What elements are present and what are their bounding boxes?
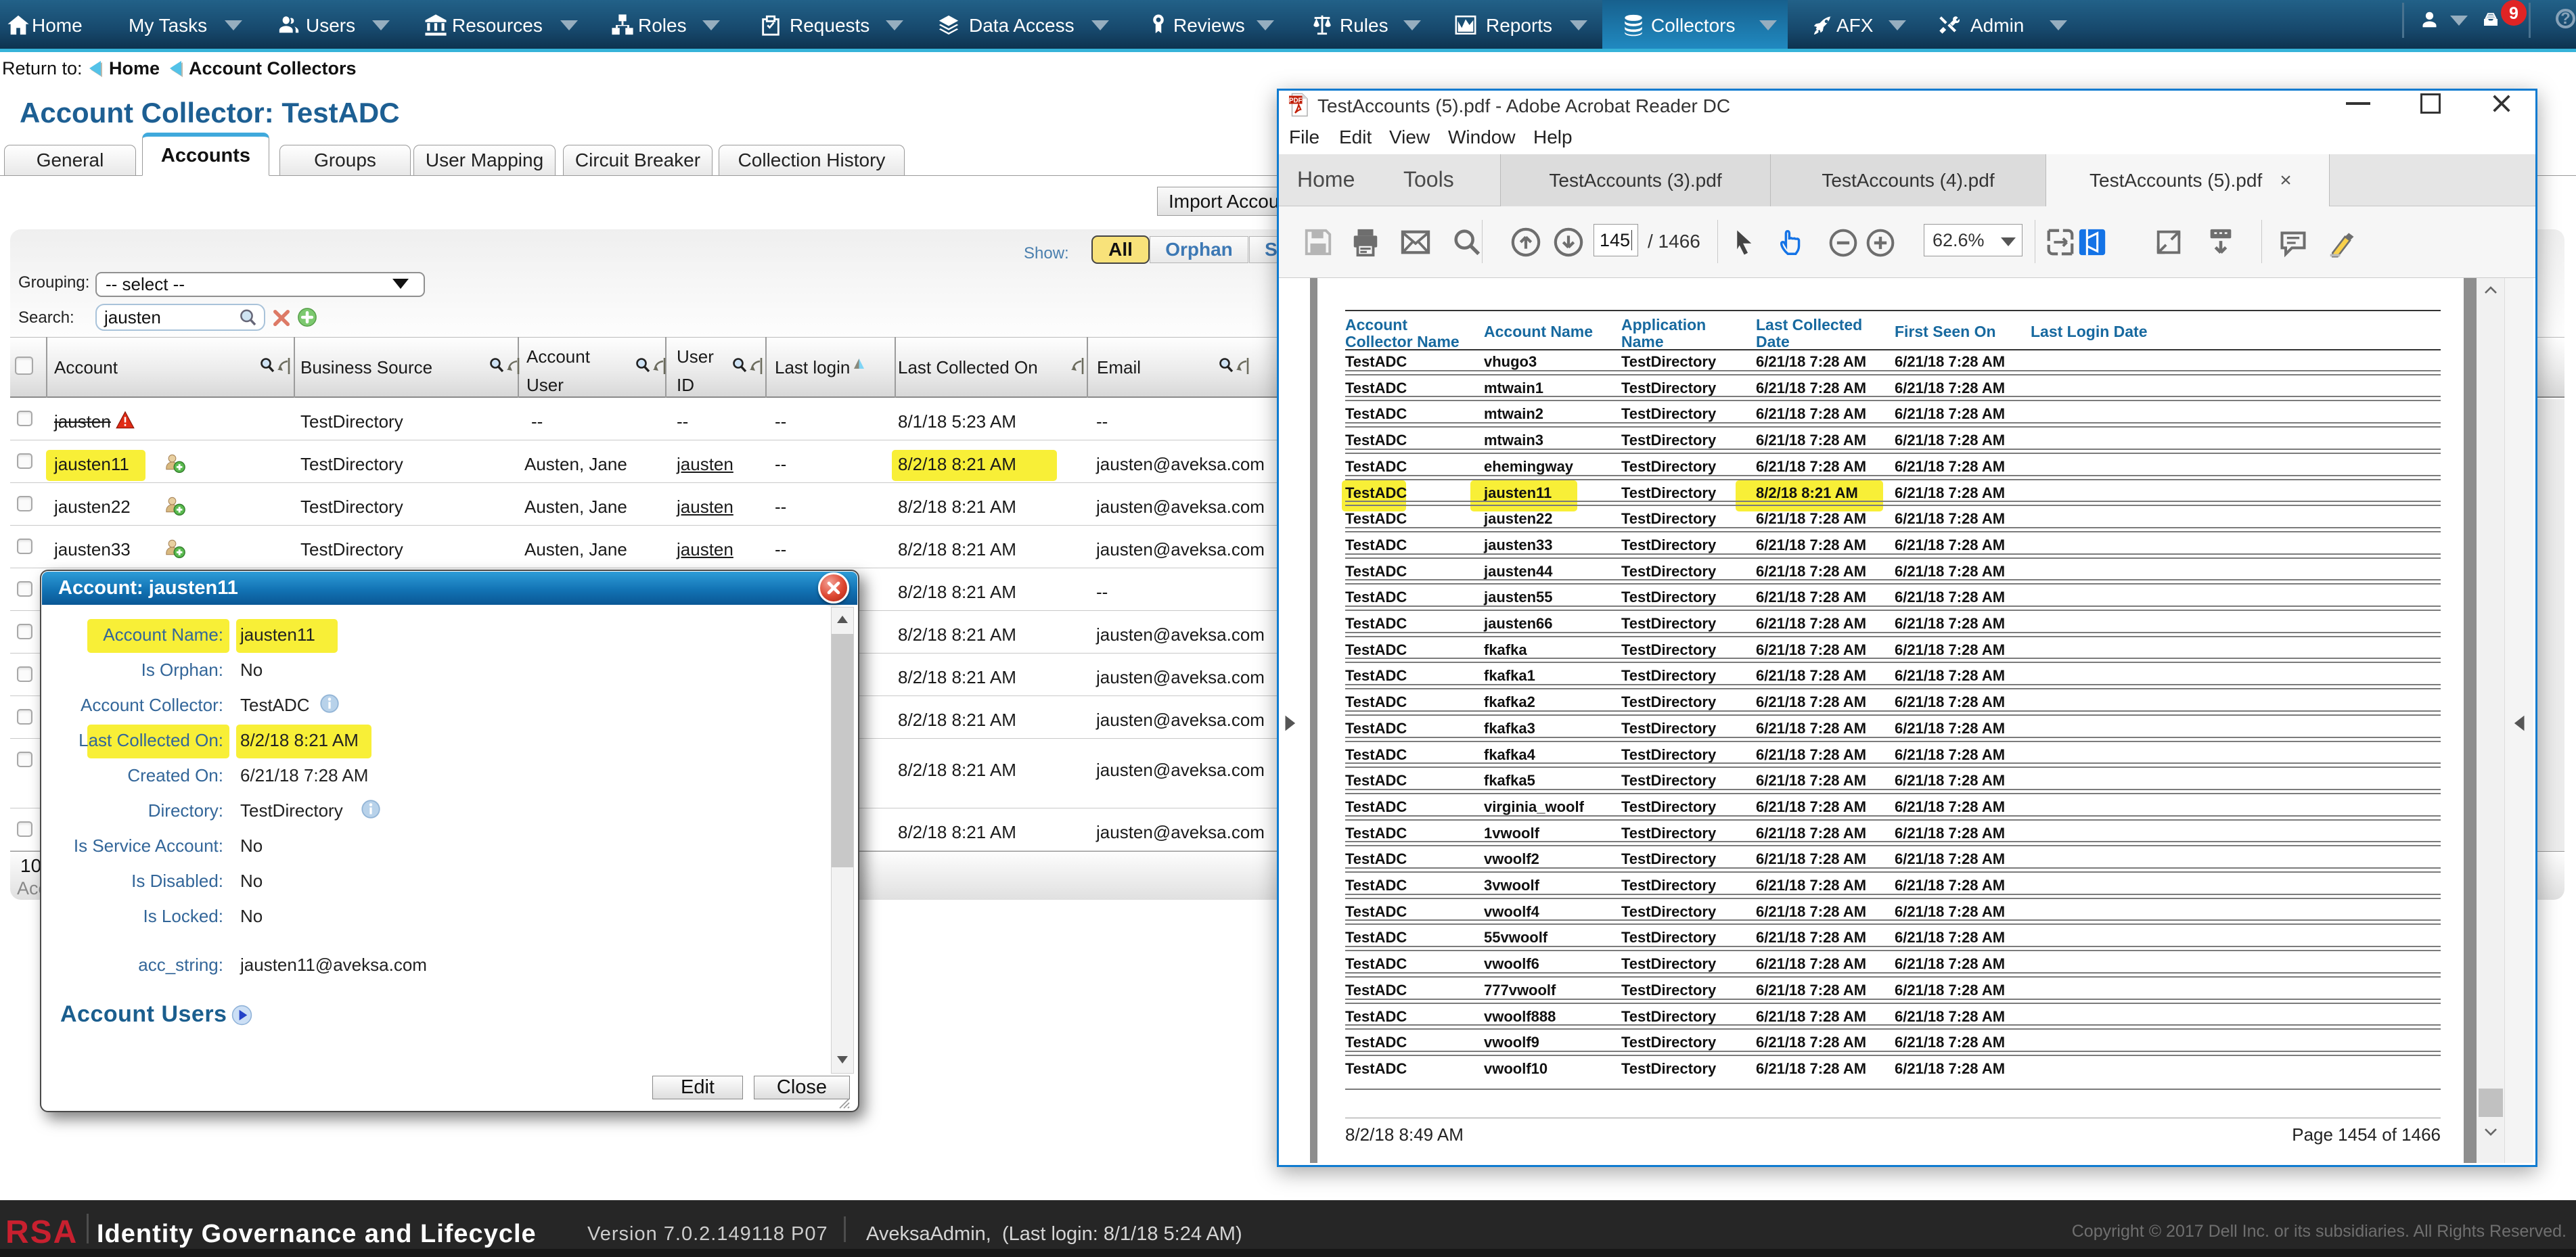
svg-text:PDF: PDF: [1289, 97, 1303, 104]
